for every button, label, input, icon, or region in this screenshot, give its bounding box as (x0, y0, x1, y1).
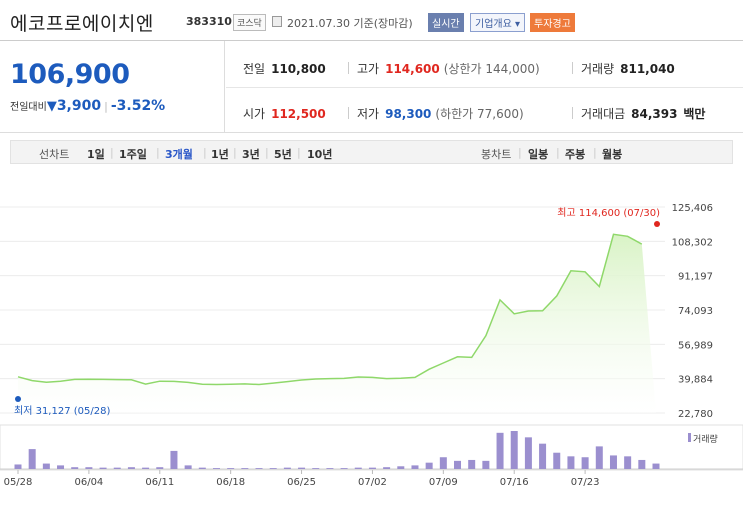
volume-bar (624, 456, 632, 469)
volume-bar (113, 467, 121, 469)
price-area (18, 234, 656, 413)
volume-bar (539, 443, 547, 469)
x-tick-label: 06/11 (145, 477, 174, 488)
volume-bar (482, 460, 490, 469)
volume-bar (312, 468, 320, 469)
volume-bar (170, 450, 178, 469)
volume-legend: 거래량 (693, 433, 718, 445)
volume-bar (425, 462, 433, 469)
volume-bar (496, 432, 504, 469)
volume-legend-swatch (688, 433, 691, 442)
volume-bar (156, 467, 164, 469)
y-tick-label: 22,780 (678, 409, 713, 420)
volume-bar (42, 463, 50, 469)
volume-bar (85, 467, 93, 469)
price-chart: 125,406 108,302 91,197 74,093 56,989 39,884 22… (0, 203, 743, 488)
volume-bar (468, 459, 476, 469)
volume-panel (0, 424, 743, 471)
volume-bar (99, 467, 107, 469)
volume-bar (184, 465, 192, 469)
volume-bar (241, 468, 249, 469)
volume-bar (652, 463, 660, 469)
volume-bar (411, 465, 419, 469)
volume-bar (198, 467, 206, 469)
x-tick-label: 06/25 (287, 477, 316, 488)
y-tick-label: 91,197 (678, 272, 713, 283)
min-marker (15, 396, 21, 402)
volume-bar (354, 467, 362, 469)
x-tick-label: 07/02 (358, 477, 387, 488)
volume-bar (397, 466, 405, 469)
x-tick-label: 07/16 (500, 477, 529, 488)
volume-bar (553, 452, 561, 469)
volume-bar (57, 465, 65, 469)
volume-bar (127, 467, 135, 469)
volume-bar (439, 457, 447, 469)
volume-bar (510, 431, 518, 469)
min-label: 최저 31,127 (05/28) (14, 405, 110, 417)
volume-bar (298, 467, 306, 469)
volume-bar (142, 467, 150, 469)
y-tick-label: 125,406 (672, 203, 713, 214)
volume-bar (595, 446, 603, 469)
y-tick-label: 74,093 (678, 306, 713, 317)
volume-bar (609, 455, 617, 469)
volume-bar (567, 456, 575, 469)
volume-bar (454, 460, 462, 469)
max-label: 최고 114,600 (07/30) (557, 207, 660, 219)
x-tick-label: 07/23 (571, 477, 600, 488)
x-tick-label: 06/18 (216, 477, 245, 488)
volume-bar (581, 457, 589, 469)
volume-bar (14, 464, 22, 469)
volume-bar (638, 459, 646, 469)
volume-bar (326, 468, 334, 469)
volume-bar (524, 437, 532, 469)
volume-bar (28, 449, 36, 469)
volume-bar (340, 468, 348, 469)
max-marker (654, 221, 660, 227)
y-tick-label: 39,884 (678, 375, 713, 386)
volume-bar (368, 467, 376, 469)
x-tick-label: 07/09 (429, 477, 458, 488)
y-tick-label: 56,989 (678, 340, 713, 351)
volume-bar (383, 467, 391, 469)
y-tick-label: 108,302 (672, 237, 713, 248)
x-tick-label: 05/28 (4, 477, 33, 488)
volume-bar (212, 468, 220, 469)
volume-bar (255, 468, 263, 469)
volume-bar (227, 468, 235, 469)
volume-bar (269, 468, 277, 469)
volume-bar (283, 467, 291, 469)
x-tick-label: 06/04 (74, 477, 103, 488)
volume-bar (71, 467, 79, 469)
